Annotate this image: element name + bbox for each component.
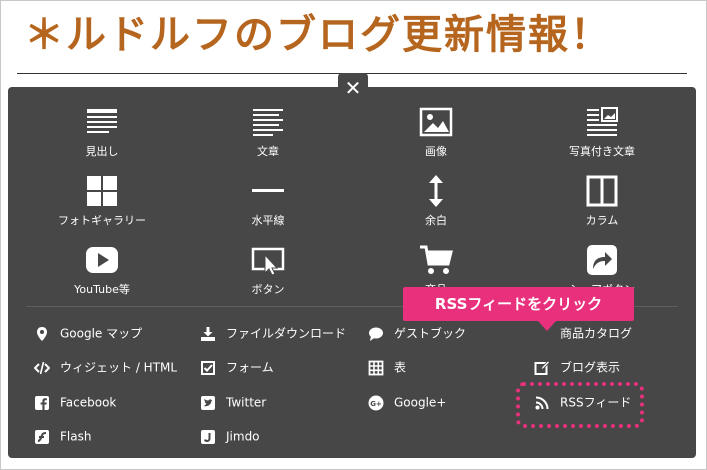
tile-spacing[interactable]: 余白 xyxy=(376,174,496,228)
item-twitter[interactable]: Twitter xyxy=(200,393,266,411)
form-check-icon xyxy=(201,360,215,375)
item-label: ウィジェット / HTML xyxy=(60,360,178,375)
item-label: 表 xyxy=(394,360,407,375)
item-label: Facebook xyxy=(60,395,117,410)
tile-label: 見出し xyxy=(85,145,119,158)
close-button[interactable]: ✕ xyxy=(338,73,368,101)
columns-icon xyxy=(586,175,618,207)
tile-gallery[interactable]: フォトギャラリー xyxy=(42,174,162,228)
item-form[interactable]: フォーム xyxy=(200,358,274,376)
tile-image[interactable]: 画像 xyxy=(376,105,496,159)
heading-icon xyxy=(87,109,117,133)
tile-heading[interactable]: 見出し xyxy=(42,105,162,159)
chat-bubble-icon xyxy=(369,327,383,341)
item-flash[interactable]: Flash xyxy=(34,427,91,445)
horizontal-line-icon xyxy=(252,189,284,192)
spacing-icon xyxy=(429,175,443,207)
svg-text:G+: G+ xyxy=(370,400,382,408)
flash-icon xyxy=(35,429,49,444)
text-with-image-icon xyxy=(587,107,618,136)
item-label: Twitter xyxy=(226,395,267,410)
share-icon xyxy=(587,245,617,275)
gallery-icon xyxy=(87,176,117,206)
jimdo-icon xyxy=(201,429,215,444)
page-title: ＊ルドルフのブログ更新情報！ xyxy=(24,12,612,58)
item-google-map[interactable]: Google マップ xyxy=(34,324,142,342)
tile-label: 文章 xyxy=(257,145,279,158)
tile-button[interactable]: ボタン xyxy=(208,243,328,297)
tile-columns[interactable]: カラム xyxy=(542,174,662,228)
map-pin-icon xyxy=(37,326,47,341)
item-file-download[interactable]: ファイルダウンロード xyxy=(200,324,346,342)
item-label: ゲストブック xyxy=(394,326,467,341)
item-label: ファイルダウンロード xyxy=(226,326,347,341)
item-label: Flash xyxy=(60,429,92,444)
item-label: フォーム xyxy=(226,360,274,375)
facebook-icon xyxy=(35,395,49,410)
video-icon xyxy=(86,247,118,273)
cart-icon xyxy=(420,245,453,274)
item-label: Google+ xyxy=(394,395,447,410)
tile-label: YouTube等 xyxy=(74,283,130,296)
edit-icon xyxy=(534,359,550,375)
item-table[interactable]: 表 xyxy=(368,358,406,376)
item-widget-html[interactable]: ウィジェット / HTML xyxy=(34,358,177,376)
item-facebook[interactable]: Facebook xyxy=(34,393,116,411)
item-label: Google マップ xyxy=(60,326,143,341)
tile-horizontal-line[interactable]: 水平線 xyxy=(208,174,328,228)
item-label: Jimdo xyxy=(226,429,260,444)
google-plus-icon: G+ xyxy=(368,395,384,410)
tile-text[interactable]: 文章 xyxy=(208,105,328,159)
item-label: ブログ表示 xyxy=(560,360,621,375)
rss-highlight-frame xyxy=(516,382,644,428)
tile-label: 写真付き文章 xyxy=(569,145,635,158)
instruction-callout: RSSフィードをクリック xyxy=(403,287,634,321)
item-guestbook[interactable]: ゲストブック xyxy=(368,324,466,342)
button-icon xyxy=(251,247,285,276)
item-blog-display[interactable]: ブログ表示 xyxy=(534,358,620,376)
twitter-icon xyxy=(201,395,215,410)
tile-text-with-image[interactable]: 写真付き文章 xyxy=(542,105,662,159)
item-label: 商品カタログ xyxy=(560,326,633,341)
table-icon xyxy=(368,360,384,375)
code-icon xyxy=(34,361,50,374)
callout-pointer xyxy=(538,321,556,331)
tile-label: カラム xyxy=(585,214,619,227)
tile-label: ボタン xyxy=(251,283,285,296)
item-jimdo[interactable]: Jimdo xyxy=(200,427,260,445)
tile-label: 水平線 xyxy=(251,214,285,227)
image-icon xyxy=(419,107,453,137)
item-google-plus[interactable]: G+ Google+ xyxy=(368,393,446,411)
text-icon xyxy=(253,109,283,136)
tile-label: 余白 xyxy=(425,214,447,227)
tile-label: 画像 xyxy=(425,145,447,158)
tile-label: フォトギャラリー xyxy=(58,214,146,227)
tile-video[interactable]: YouTube等 xyxy=(42,243,162,297)
download-icon xyxy=(201,326,215,341)
